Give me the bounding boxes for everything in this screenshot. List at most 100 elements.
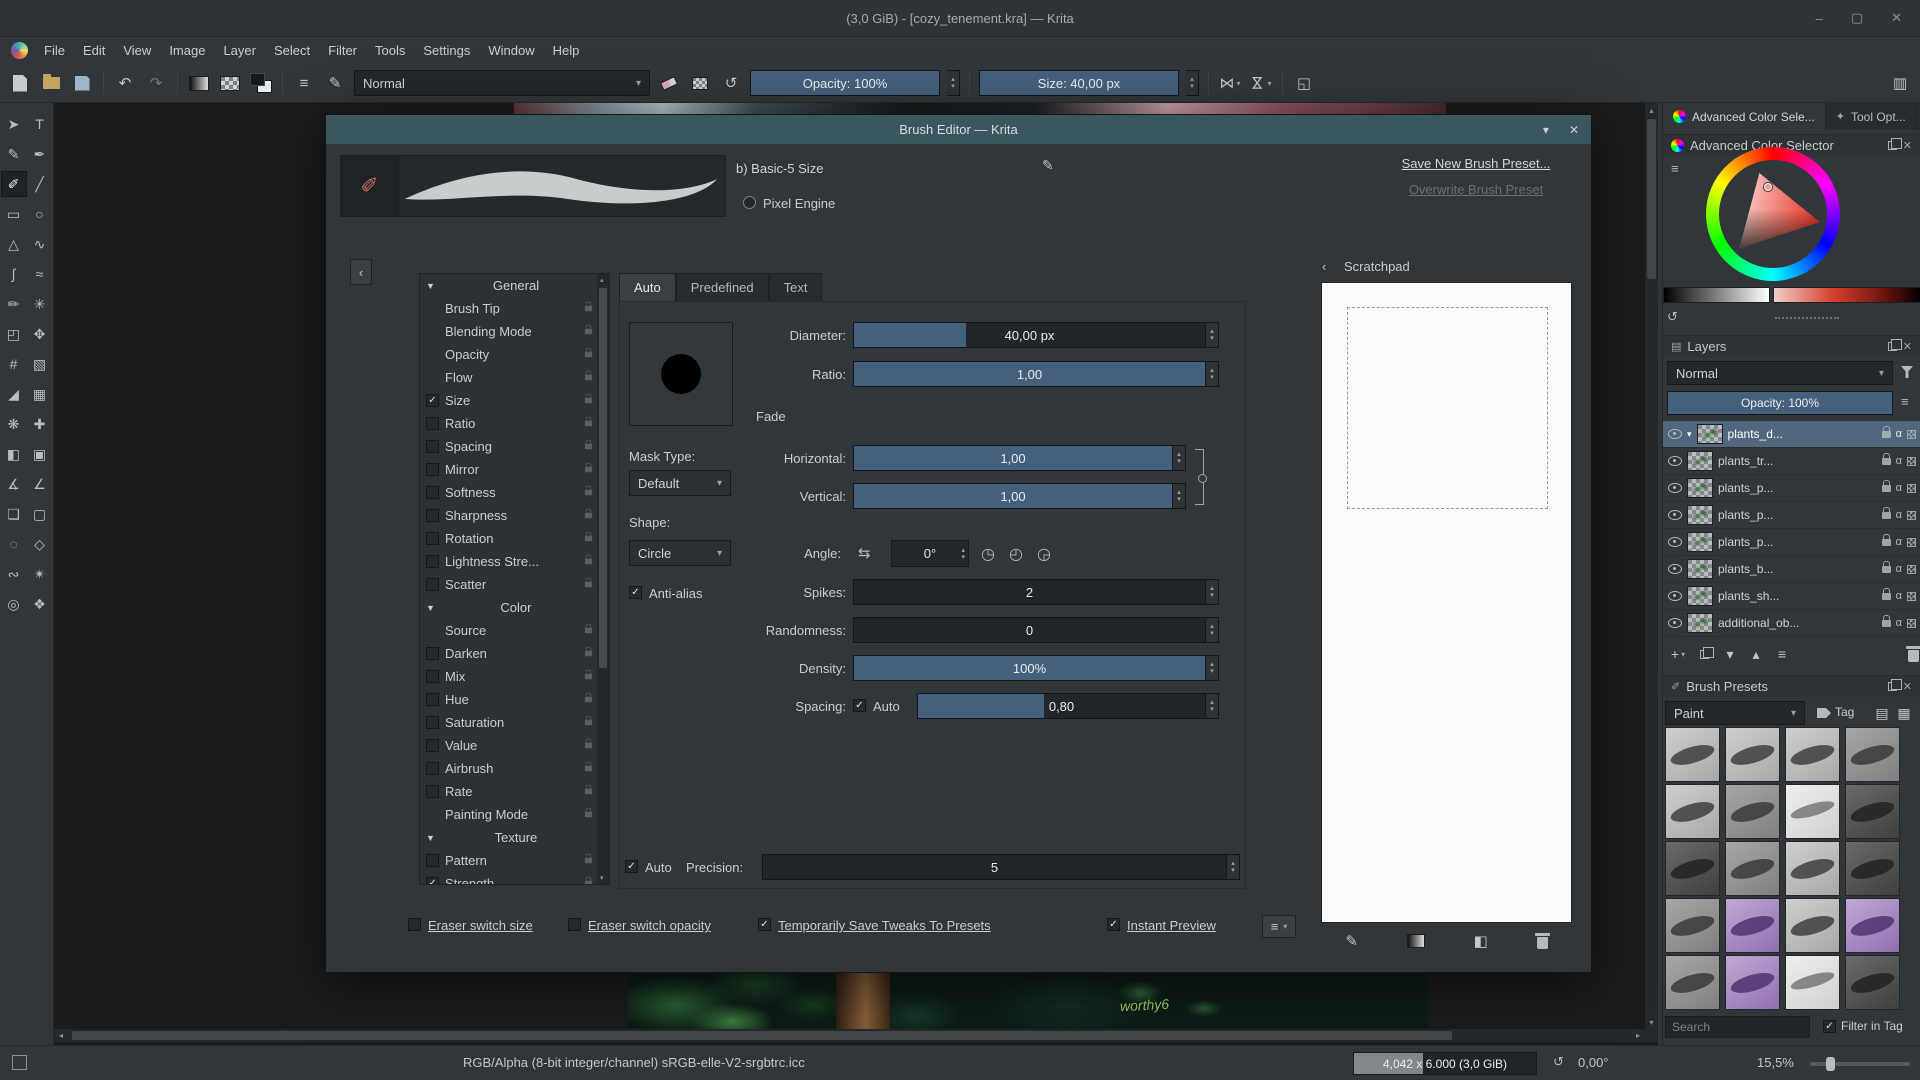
undo-button[interactable]: ↶ bbox=[113, 71, 137, 95]
inherit-alpha-icon[interactable] bbox=[1907, 456, 1916, 466]
preset-grid-view-button[interactable]: ▦ bbox=[1891, 702, 1917, 724]
alpha-lock-icon[interactable]: α bbox=[1896, 428, 1902, 440]
layer-row[interactable]: ▾ plants_d... α bbox=[1663, 421, 1920, 448]
layer-lock-icon[interactable] bbox=[1881, 425, 1891, 438]
link-fade-icon[interactable] bbox=[1195, 449, 1207, 505]
filter-in-tag-checkbox[interactable]: ✓ bbox=[1823, 1020, 1836, 1033]
alpha-lock-icon[interactable]: α bbox=[1896, 563, 1902, 575]
lock-icon[interactable] bbox=[584, 623, 593, 634]
tool-assistants[interactable]: ∡ bbox=[1, 471, 27, 497]
brush-preset-thumbnail[interactable] bbox=[1725, 784, 1780, 839]
minimize-icon[interactable]: – bbox=[1816, 11, 1823, 26]
ratio-slider[interactable]: 1,00 bbox=[853, 361, 1206, 387]
brush-preset-thumbnail[interactable] bbox=[1785, 898, 1840, 953]
edit-brush-settings-button[interactable]: ✎ bbox=[323, 71, 347, 95]
density-spinner[interactable]: ▴ ▾ bbox=[1206, 655, 1219, 681]
tool-smart-patch[interactable]: ✚ bbox=[27, 411, 53, 437]
brush-preset-thumbnail[interactable] bbox=[1845, 898, 1900, 953]
option-rate[interactable]: Rate bbox=[420, 780, 599, 803]
refresh-shades-icon[interactable]: ↺ bbox=[1667, 309, 1678, 325]
lock-icon[interactable] bbox=[584, 577, 593, 588]
tool-color-sampler[interactable]: ◢ bbox=[1, 381, 27, 407]
tool-select-shapes[interactable]: ➤ bbox=[1, 111, 27, 137]
rename-preset-icon[interactable]: ✎ bbox=[1042, 157, 1054, 174]
option-spacing[interactable]: Spacing bbox=[420, 435, 599, 458]
lock-icon[interactable] bbox=[584, 531, 593, 542]
lock-icon[interactable] bbox=[584, 738, 593, 749]
lock-icon[interactable] bbox=[584, 324, 593, 335]
scratchpad-paint-icon[interactable]: ✎ bbox=[1345, 932, 1358, 950]
option-checkbox[interactable] bbox=[426, 486, 439, 499]
vertical-fade-slider[interactable]: 1,00 bbox=[853, 483, 1173, 509]
visibility-eye-icon[interactable] bbox=[1668, 591, 1682, 601]
choose-brush-preset-button[interactable]: ≡ bbox=[292, 71, 316, 95]
layer-row[interactable]: plants_b... α bbox=[1663, 556, 1920, 583]
save-new-preset-button[interactable]: Save New Brush Preset... bbox=[1374, 151, 1578, 176]
scroll-up-icon[interactable]: ▴ bbox=[1645, 103, 1658, 117]
option-flow[interactable]: Flow bbox=[420, 366, 599, 389]
lock-icon[interactable] bbox=[584, 370, 593, 381]
duplicate-layer-button[interactable] bbox=[1691, 643, 1717, 665]
alpha-lock-icon[interactable]: α bbox=[1896, 536, 1902, 548]
alpha-lock-icon[interactable]: α bbox=[1896, 455, 1902, 467]
value-shade-strip[interactable] bbox=[1663, 287, 1770, 303]
menu-image[interactable]: Image bbox=[160, 40, 214, 61]
layer-lock-icon[interactable] bbox=[1881, 533, 1891, 546]
tool-bezier-curve[interactable]: ∫ bbox=[1, 261, 27, 287]
tool-gradient[interactable]: ▧ bbox=[27, 351, 53, 377]
angle-spinbox[interactable]: 0° ▴ ▾ bbox=[891, 540, 969, 567]
option-darken[interactable]: Darken bbox=[420, 642, 599, 665]
eraser-switch-size-checkbox[interactable] bbox=[408, 918, 421, 931]
close-panel-icon[interactable]: ✕ bbox=[1903, 680, 1912, 693]
wrap-around-button[interactable]: ◱ bbox=[1292, 71, 1316, 95]
inherit-alpha-icon[interactable] bbox=[1907, 591, 1916, 601]
close-icon[interactable]: ✕ bbox=[1891, 10, 1902, 26]
dialog-close-icon[interactable]: ✕ bbox=[1569, 123, 1579, 137]
eraser-mode-button[interactable] bbox=[657, 71, 681, 95]
tool-pan[interactable]: ❖ bbox=[27, 591, 53, 617]
menu-window[interactable]: Window bbox=[479, 40, 543, 61]
tool-ellipse[interactable]: ○ bbox=[27, 201, 53, 227]
menu-settings[interactable]: Settings bbox=[414, 40, 479, 61]
brush-preset-thumbnail[interactable] bbox=[1725, 727, 1780, 782]
option-lightness-stre[interactable]: Lightness Stre... bbox=[420, 550, 599, 573]
scroll-up-icon[interactable]: ▴ bbox=[600, 276, 604, 284]
inherit-alpha-icon[interactable] bbox=[1907, 483, 1916, 493]
brush-preset-thumbnail[interactable] bbox=[1665, 898, 1720, 953]
close-panel-icon[interactable]: ✕ bbox=[1903, 139, 1912, 152]
spin-arrows-icon[interactable]: ▴ ▾ bbox=[961, 541, 965, 566]
lock-icon[interactable] bbox=[584, 784, 593, 795]
layer-lock-icon[interactable] bbox=[1881, 560, 1891, 573]
preset-tag-combo[interactable]: Paint ▾ bbox=[1665, 701, 1805, 725]
brush-preset-thumbnail[interactable] bbox=[1785, 955, 1840, 1010]
tool-reference-images[interactable]: ❏ bbox=[1, 501, 27, 527]
option-checkbox[interactable]: ✓ bbox=[426, 877, 439, 884]
new-document-button[interactable] bbox=[8, 71, 32, 95]
color-shade-strip[interactable] bbox=[1773, 287, 1920, 303]
tool-move[interactable]: ✥ bbox=[27, 321, 53, 347]
layer-blend-mode-combo[interactable]: Normal ▾ bbox=[1667, 361, 1893, 385]
spacing-auto-checkbox[interactable]: ✓ bbox=[853, 699, 866, 712]
selection-indicator-icon[interactable] bbox=[12, 1055, 27, 1070]
visibility-eye-icon[interactable] bbox=[1668, 510, 1682, 520]
option-checkbox[interactable] bbox=[426, 417, 439, 430]
option-value[interactable]: Value bbox=[420, 734, 599, 757]
brush-preset-thumbnail[interactable] bbox=[1665, 784, 1720, 839]
lock-icon[interactable] bbox=[584, 462, 593, 473]
brush-preset-thumbnail[interactable] bbox=[1785, 841, 1840, 896]
alpha-lock-icon[interactable]: α bbox=[1896, 590, 1902, 602]
overwrite-preset-button[interactable]: Overwrite Brush Preset bbox=[1374, 177, 1578, 202]
scroll-down-icon[interactable]: ▾ bbox=[600, 874, 604, 882]
tool-multibrush[interactable]: ✳ bbox=[27, 291, 53, 317]
tool-calligraphy[interactable]: ✒ bbox=[27, 141, 53, 167]
brush-preset-thumbnail[interactable] bbox=[1725, 955, 1780, 1010]
tool-colorize-mask[interactable]: ❋ bbox=[1, 411, 27, 437]
option-source[interactable]: Source bbox=[420, 619, 599, 642]
options-scroll-handle[interactable] bbox=[599, 288, 607, 668]
option-softness[interactable]: Softness bbox=[420, 481, 599, 504]
layer-lock-icon[interactable] bbox=[1881, 506, 1891, 519]
brush-presets-header[interactable]: ✐ Brush Presets ✕ bbox=[1663, 675, 1920, 697]
blending-mode-combo[interactable]: Normal ▾ bbox=[354, 70, 650, 96]
scratchpad-fill-gradient-icon[interactable] bbox=[1406, 934, 1425, 948]
tool-edit-shapes[interactable]: ✎ bbox=[1, 141, 27, 167]
